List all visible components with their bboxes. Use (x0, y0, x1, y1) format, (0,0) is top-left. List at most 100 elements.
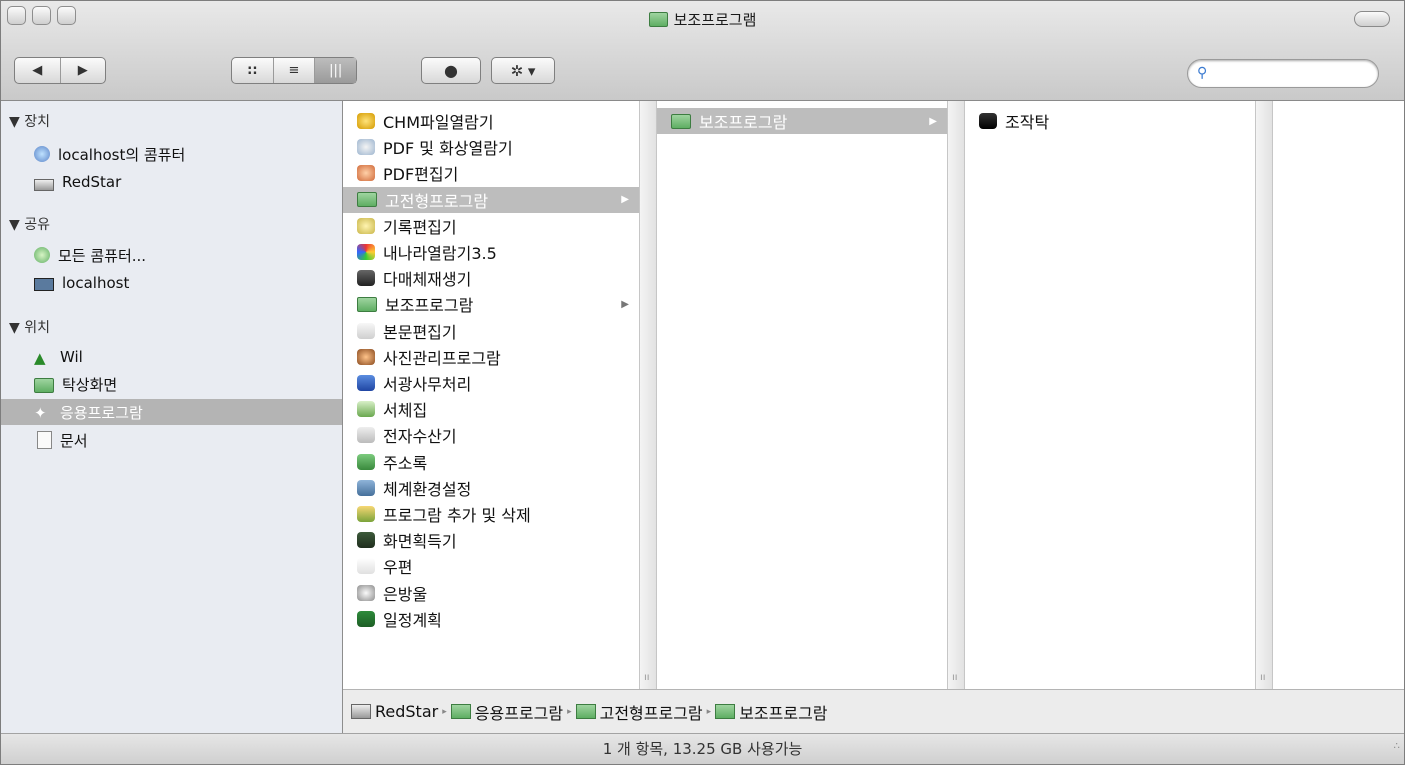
sidebar-item-computer[interactable]: localhost의 콤퓨터 (1, 141, 342, 167)
list-item-label: 내나라열람기3.5 (383, 244, 497, 263)
list-item-label: 고전형프로그람 (385, 191, 489, 211)
list-item[interactable]: 다매체재생기 (343, 265, 639, 291)
list-item[interactable]: 조작탁 (965, 108, 1255, 134)
list-item[interactable]: 사진관리프로그람 (343, 344, 639, 370)
list-item-label: 사진관리프로그람 (383, 348, 501, 368)
breadcrumb[interactable]: 보조프로그람 (715, 700, 828, 724)
sidebar-item-label: 탁상화면 (62, 375, 118, 394)
pdf-viewer-icon (357, 139, 375, 156)
sidebar-header-devices[interactable]: ▼ 장치 (9, 111, 50, 131)
folder-icon (671, 113, 691, 129)
sidebar-item-home[interactable]: ▲ Wil (1, 344, 342, 370)
media-icon (357, 270, 375, 287)
screenshot-icon (357, 532, 375, 549)
back-arrow-icon: ◀ (32, 63, 43, 78)
text-edit-icon (357, 322, 375, 339)
list-item-label: 체계환경설정 (383, 479, 472, 499)
gear-icon: ✲ ▾ (510, 61, 536, 80)
sidebar-item-label: 문서 (60, 431, 88, 450)
breadcrumb-label: 응용프로그람 (474, 703, 564, 723)
column-classic-programs: 보조프로그람 ▶ (657, 101, 948, 689)
list-item[interactable]: 보조프로그람 ▶ (343, 291, 639, 317)
list-item-label: PDF 및 화상열람기 (383, 139, 513, 159)
toolbar-toggle-button[interactable] (1354, 11, 1390, 27)
list-item-label: 은방울 (383, 584, 428, 604)
list-view-button[interactable]: ≡ (272, 58, 315, 83)
sidebar-item-redstar[interactable]: RedStar (1, 169, 342, 195)
hard-drive-icon (351, 704, 371, 719)
note-icon (357, 217, 375, 234)
quick-look-button[interactable]: ● (421, 57, 481, 84)
folder-icon (357, 296, 377, 312)
applications-folder-icon (450, 704, 471, 719)
breadcrumb[interactable]: 응용프로그람 (450, 700, 564, 724)
column-divider[interactable]: ıı (947, 101, 965, 689)
list-item[interactable]: 은방울 (343, 580, 639, 606)
sidebar-item-desktop[interactable]: 탁상화면 (1, 371, 342, 397)
sidebar-header-shared[interactable]: ▼ 공유 (9, 214, 50, 234)
forward-button[interactable]: ▶ (59, 58, 106, 83)
list-item[interactable]: PDF편집기 (343, 160, 639, 186)
chm-icon (357, 113, 375, 129)
list-item[interactable]: 일정계획 (343, 606, 639, 632)
column-divider[interactable]: ıı (639, 101, 657, 689)
list-item-label: 다매체재생기 (383, 270, 472, 290)
eye-icon: ● (444, 61, 458, 80)
breadcrumb-label: 보조프로그람 (739, 703, 828, 723)
path-separator-icon: ▸ (706, 706, 712, 717)
list-item-label: 전자수산기 (383, 427, 457, 447)
sidebar-item-applications[interactable]: ✦ 응용프로그람 (1, 399, 342, 425)
search-field[interactable]: ⚲ (1187, 59, 1379, 88)
installer-icon (357, 506, 375, 522)
sidebar-header-places[interactable]: ▼ 위치 (9, 317, 50, 337)
list-item[interactable]: 주소록 (343, 449, 639, 475)
list-item[interactable]: 보조프로그람 ▶ (657, 108, 947, 134)
list-item[interactable]: 내나라열람기3.5 (343, 239, 639, 265)
pdf-editor-icon (357, 165, 375, 182)
list-item[interactable]: 체계환경설정 (343, 475, 639, 501)
list-item-label: 우편 (383, 558, 413, 578)
resize-grip-icon[interactable]: ∴ (1394, 732, 1400, 762)
list-item[interactable]: 프로그람 추가 및 삭제 (343, 501, 639, 527)
status-text: 1 개 항목, 13.25 GB 사용가능 (602, 740, 803, 758)
list-item-label: 기록편집기 (383, 217, 457, 237)
sidebar-item-label: RedStar (62, 173, 122, 191)
list-item-label: 서체집 (383, 401, 428, 421)
list-item[interactable]: CHM파일열람기 (343, 108, 639, 134)
sidebar-item-label: localhost (62, 274, 130, 292)
list-item[interactable]: 서체집 (343, 396, 639, 422)
column-view-button[interactable]: ||| (314, 58, 357, 83)
terminal-icon (979, 113, 997, 129)
back-button[interactable]: ◀ (15, 58, 60, 83)
sidebar-item-localhost[interactable]: localhost (1, 270, 342, 296)
breadcrumb[interactable]: 고전형프로그람 (575, 700, 703, 724)
breadcrumb[interactable]: RedStar (351, 702, 438, 721)
sidebar-item-all-computers[interactable]: 모든 콤퓨터... (1, 242, 342, 268)
list-item[interactable]: 화면획득기 (343, 527, 639, 553)
list-item-label: 본문편집기 (383, 322, 457, 342)
icon-view-button[interactable]: :: (232, 58, 273, 83)
column-divider[interactable]: ıı (1255, 101, 1273, 689)
list-item[interactable]: 기록편집기 (343, 213, 639, 239)
green-folder-icon (715, 704, 736, 719)
browser-icon (357, 244, 375, 260)
column-applications: CHM파일열람기 PDF 및 화상열람기 PDF편집기 고전형프로그람 ▶ 기록편집기내나… (343, 101, 640, 689)
bell-icon (357, 584, 375, 601)
sidebar-item-label: 모든 콤퓨터... (58, 246, 147, 265)
list-item[interactable]: 전자수산기 (343, 422, 639, 448)
sidebar-item-documents[interactable]: 문서 (1, 427, 342, 453)
list-item[interactable]: 서광사무처리 (343, 370, 639, 396)
list-item[interactable]: 고전형프로그람 ▶ (343, 186, 639, 213)
search-input[interactable] (1216, 64, 1370, 81)
list-item[interactable]: 우편 (343, 553, 639, 579)
document-icon (37, 431, 52, 449)
finder-window: 보조프로그램 ◀ ▶ :: ≡ ||| ● ✲ ▾ ⚲ ▼ 장치 localho… (0, 0, 1405, 765)
action-menu-button[interactable]: ✲ ▾ (491, 57, 555, 84)
toolbar-area: 보조프로그램 ◀ ▶ :: ≡ ||| ● ✲ ▾ ⚲ (1, 1, 1404, 101)
list-item[interactable]: PDF 및 화상열람기 (343, 134, 639, 160)
path-bar: RedStar ▸ 응용프로그람 ▸ 고전형프로그람 ▸ 보조프로그람 (343, 689, 1404, 733)
path-separator-icon: ▸ (567, 706, 572, 717)
list-item[interactable]: 본문편집기 (343, 318, 639, 344)
mail-icon (357, 558, 375, 575)
photo-icon (357, 348, 375, 365)
